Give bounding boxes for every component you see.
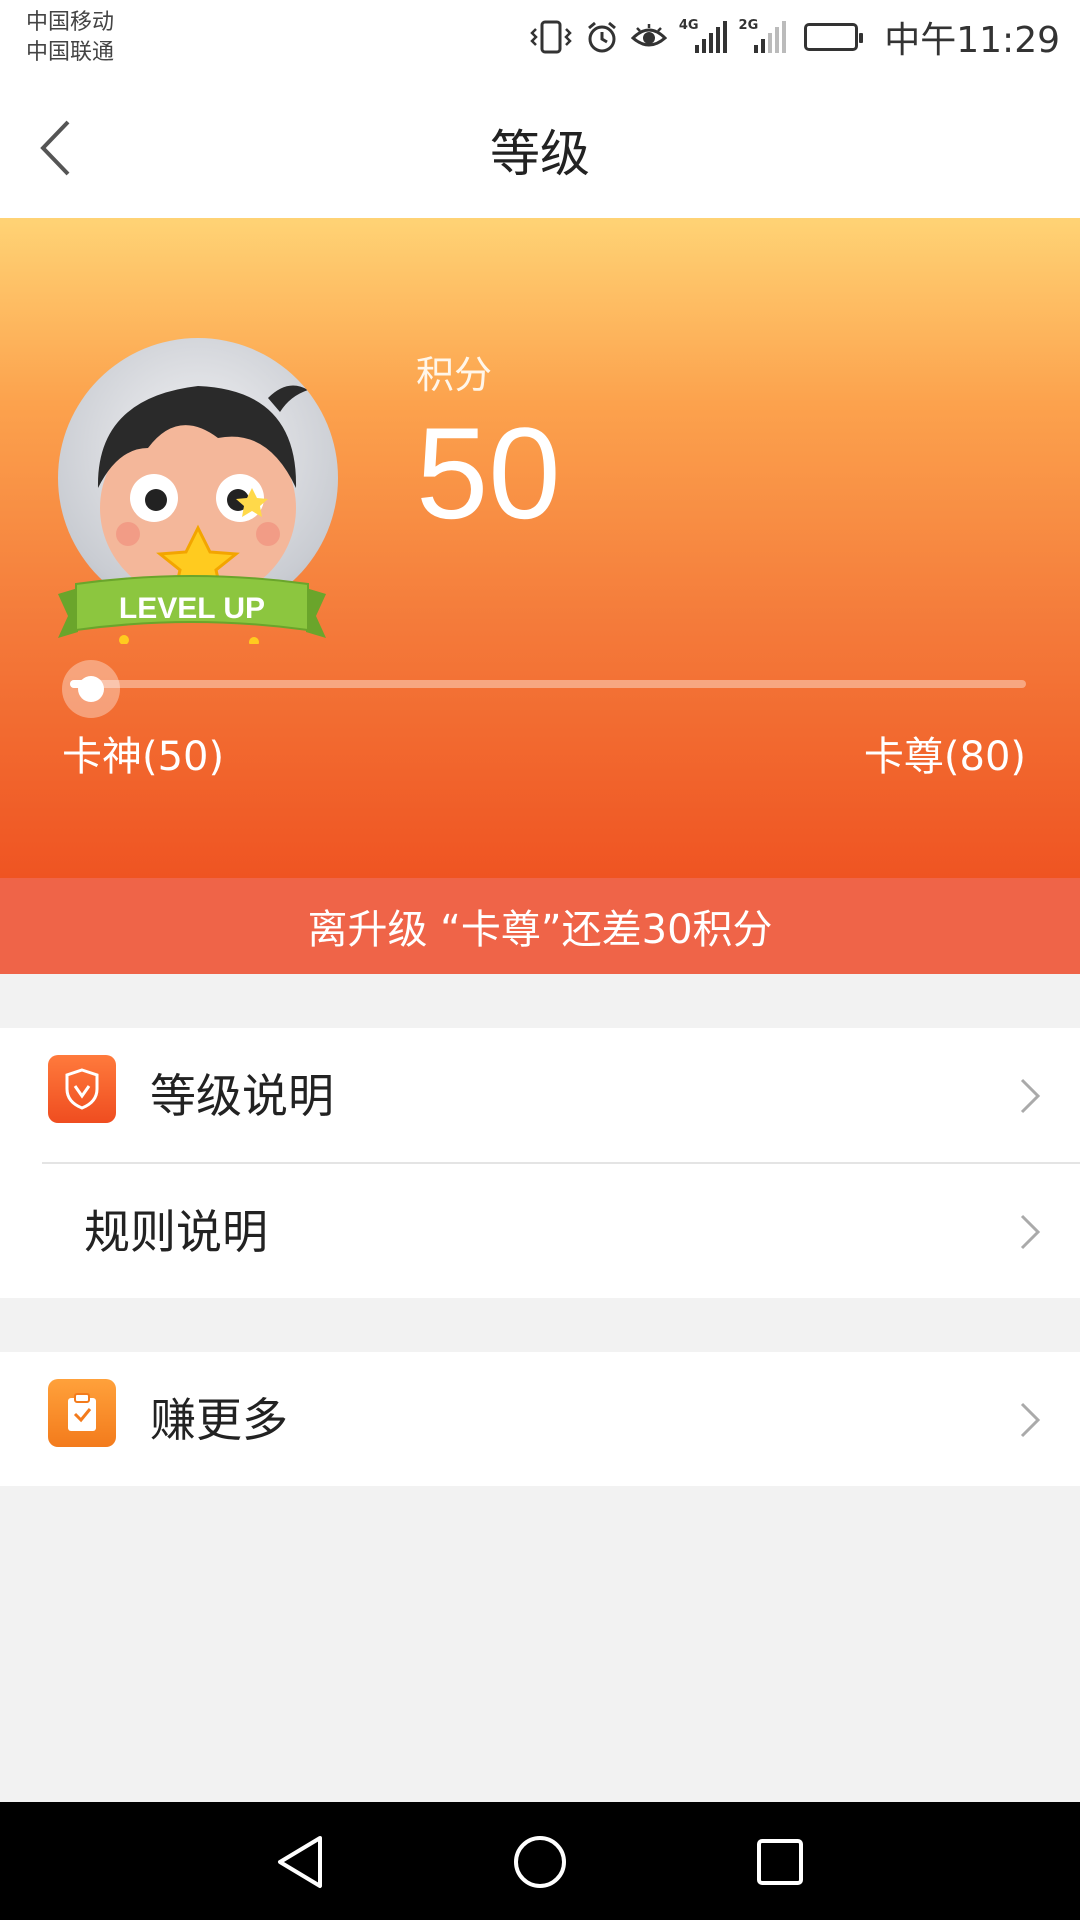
alarm-icon [585,20,619,54]
net-label-1: 4G [678,17,699,33]
nav-back-icon [278,1836,322,1888]
carrier-2: 中国联通 [26,40,115,65]
clipboard-check-icon [48,1379,116,1447]
nav-recents-button[interactable] [748,1830,812,1894]
chevron-right-icon [1010,1396,1050,1444]
page-title: 等级 [490,125,590,183]
net-label-2: 2G [738,17,759,33]
earn-list: 赚更多 [0,1352,1080,1486]
status-bar: 中国移动 中国联通 4G 2G 中午11:29 [0,0,1080,78]
list-item-label: 规则说明 [84,1205,268,1259]
system-nav-bar [0,1802,1080,1920]
level-progress-knob [62,660,120,718]
title-bar: 等级 [0,78,1080,218]
nav-back-button[interactable] [268,1830,332,1894]
chevron-right-icon [1010,1208,1050,1256]
level-hero: LEVEL UP 积分 50 卡神(50) 卡尊(80) [0,218,1080,878]
list-item-label: 赚更多 [150,1393,288,1447]
battery-icon [804,23,864,51]
level-progress-track [70,680,1026,688]
list-item-earn-more[interactable]: 赚更多 [0,1352,1080,1486]
list-item-label: 等级说明 [150,1069,334,1123]
level-up-text: LEVEL UP [119,592,265,625]
shield-check-icon [48,1055,116,1123]
list-item-rules[interactable]: 规则说明 [0,1164,1080,1298]
vibrate-icon [529,20,573,54]
next-level-label: 卡尊(80) [863,734,1026,780]
nav-recents-icon [757,1839,803,1885]
list-item-level-info[interactable]: 等级说明 [0,1028,1080,1164]
nav-home-icon [514,1836,566,1888]
upgrade-hint-banner: 离升级 “卡尊”还差30积分 [0,878,1080,974]
status-icons: 4G 2G 中午11:29 [529,12,1060,62]
score-label: 积分 [416,353,493,397]
carrier-1: 中国移动 [26,10,115,35]
carrier-info: 中国移动 中国联通 [26,8,114,68]
info-list: 等级说明 规则说明 [0,1028,1080,1298]
score-value: 50 [416,400,561,546]
chevron-right-icon [1010,1072,1050,1120]
clock: 中午11:29 [884,20,1060,61]
signal-2g-icon: 2G [738,17,787,53]
signal-4g-icon: 4G [678,17,727,53]
nav-home-button[interactable] [508,1830,572,1894]
level-up-badge: LEVEL UP [58,575,326,644]
eye-icon [630,22,667,52]
current-level-label: 卡神(50) [62,734,225,780]
